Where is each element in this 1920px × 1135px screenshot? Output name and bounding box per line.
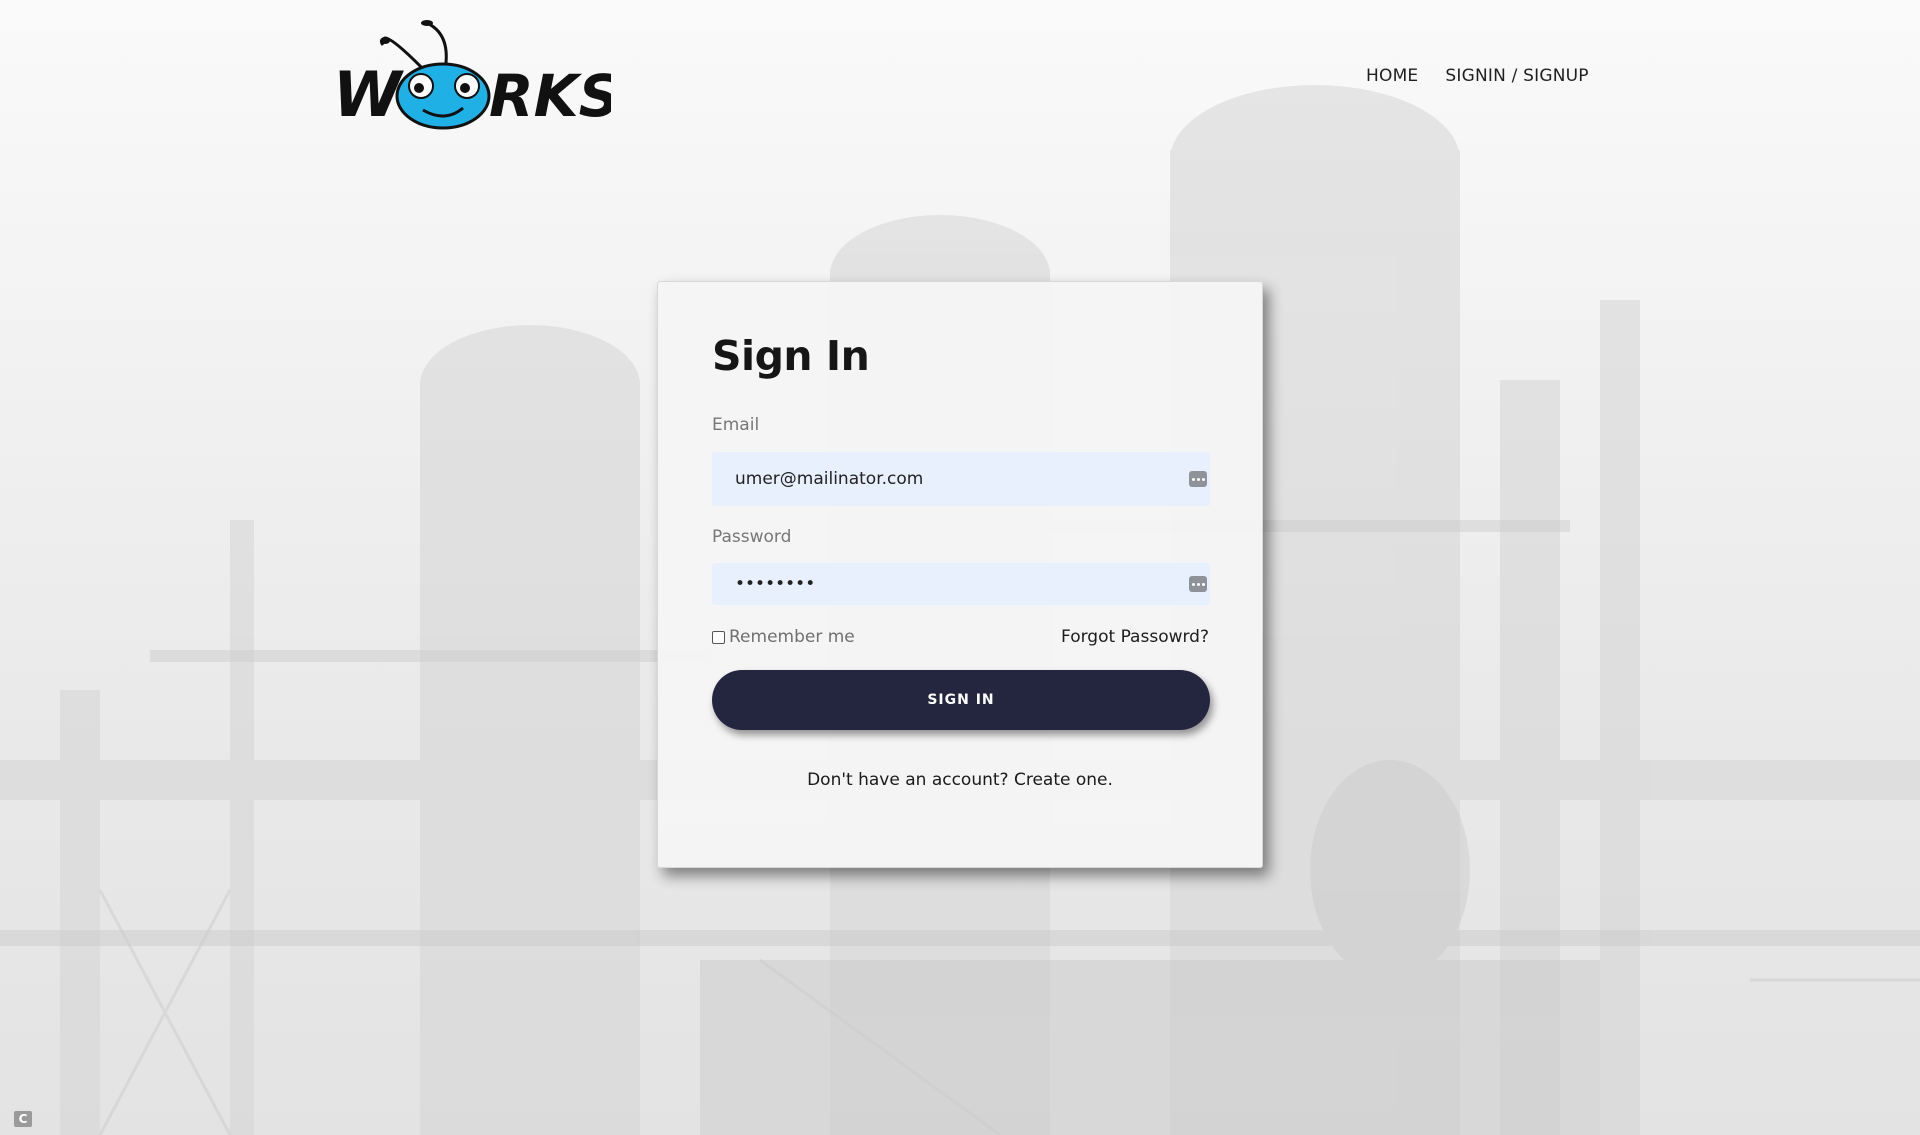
create-account-link[interactable]: Don't have an account? Create one. — [658, 770, 1262, 790]
password-field-wrapper — [712, 563, 1210, 605]
password-manager-dots-icon[interactable] — [1189, 576, 1207, 592]
works-logo[interactable]: W RKS — [333, 18, 611, 130]
password-manager-dots-icon[interactable] — [1189, 471, 1207, 487]
email-label: Email — [712, 415, 760, 435]
email-field-wrapper — [712, 452, 1210, 506]
remember-me-label: Remember me — [729, 627, 855, 647]
password-label: Password — [712, 527, 792, 547]
remember-me-checkbox[interactable] — [712, 630, 725, 644]
remember-me[interactable]: Remember me — [712, 627, 855, 647]
password-input[interactable] — [712, 563, 1210, 605]
svg-text:RKS: RKS — [489, 62, 611, 130]
nav-signin-signup-link[interactable]: SIGNIN / SIGNUP — [1445, 66, 1588, 86]
svg-text:W: W — [333, 58, 404, 130]
signin-card: Sign In Email Password Remember me Forgo… — [657, 281, 1263, 868]
nav-home-link[interactable]: HOME — [1366, 66, 1418, 86]
top-nav: HOME SIGNIN / SIGNUP — [1366, 66, 1589, 86]
signin-title: Sign In — [712, 332, 870, 380]
email-input[interactable] — [712, 452, 1210, 506]
forgot-password-link[interactable]: Forgot Passowrd? — [1061, 627, 1209, 647]
c-icon[interactable]: C — [14, 1111, 32, 1127]
sign-in-button[interactable]: SIGN IN — [712, 670, 1210, 730]
